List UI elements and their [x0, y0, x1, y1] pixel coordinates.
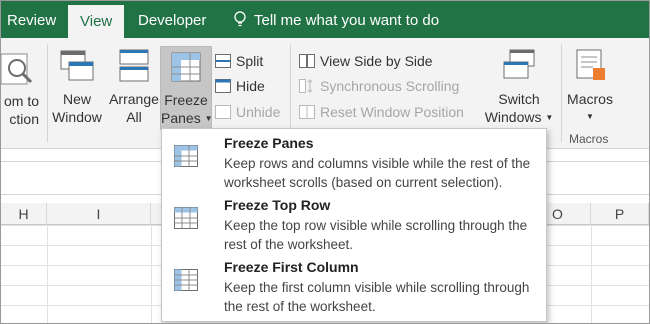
arrange-all-label-1: Arrange [109, 91, 159, 107]
menu-item-title: Freeze First Column [224, 259, 359, 275]
reset-window-icon [299, 105, 315, 119]
new-window-icon [60, 50, 94, 81]
macros-group-label: Macros [569, 132, 609, 146]
column-header-p[interactable]: P [591, 203, 649, 225]
hide-button[interactable]: Hide [215, 76, 265, 96]
lightbulb-icon [234, 11, 246, 27]
chevron-down-icon: ▼ [204, 114, 213, 123]
macros-button[interactable]: Macros ▼ [563, 48, 617, 126]
macros-icon [576, 49, 605, 80]
new-window-label-2: Window [52, 109, 102, 125]
side-by-side-icon [299, 54, 315, 68]
split-button[interactable]: Split [215, 51, 263, 71]
grid-line [47, 225, 48, 323]
zoom-magnifier-icon [1, 53, 33, 85]
arrange-all-icon [119, 49, 149, 82]
synchronous-scrolling-label: Synchronous Scrolling [320, 78, 460, 94]
freeze-panes-icon [174, 145, 198, 167]
unhide-label: Unhide [236, 104, 281, 120]
zoom-label-1: om to [3, 93, 39, 109]
switch-windows-label-2: Windows ▼ [484, 109, 554, 125]
menu-item-freeze-first-column[interactable]: Freeze First Column Keep the first colum… [162, 255, 546, 317]
menu-item-description: Keep rows and columns visible while the … [224, 156, 531, 190]
view-side-by-side-label: View Side by Side [320, 53, 433, 69]
synchronous-scrolling-button[interactable]: Synchronous Scrolling [299, 76, 459, 96]
arrange-all-label-2: All [126, 109, 142, 125]
reset-window-position-button[interactable]: Reset Window Position [299, 102, 464, 122]
arrange-all-button[interactable]: Arrange All [107, 48, 161, 126]
zoom-label-2: ction [9, 111, 39, 127]
tab-view[interactable]: View [68, 5, 125, 38]
column-header-i[interactable]: I [47, 203, 151, 225]
group-separator [561, 44, 562, 142]
grid-line [151, 225, 152, 323]
freeze-panes-button[interactable]: Freeze Panes ▼ [160, 46, 213, 130]
freeze-panes-icon [171, 52, 201, 82]
macros-label: Macros [567, 91, 613, 107]
grid-line [591, 225, 592, 323]
excel-window: Review View Developer Tell me what you w… [0, 0, 650, 324]
view-side-by-side-button[interactable]: View Side by Side [299, 51, 433, 71]
freeze-top-row-icon [174, 207, 198, 229]
switch-windows-icon [503, 49, 535, 79]
menu-item-title: Freeze Top Row [224, 197, 331, 213]
reset-window-position-label: Reset Window Position [320, 104, 464, 120]
tab-review[interactable]: Review [7, 1, 56, 38]
switch-windows-button[interactable]: Switch Windows ▼ [481, 48, 557, 127]
freeze-panes-menu: Freeze Panes Keep rows and columns visib… [161, 128, 547, 322]
unhide-button[interactable]: Unhide [215, 102, 280, 122]
new-window-button[interactable]: New Window [51, 48, 103, 126]
tell-me-text: Tell me what you want to do [254, 12, 440, 29]
zoom-to-selection-button[interactable]: om to ction [1, 52, 39, 128]
column-header-h[interactable]: H [1, 203, 47, 225]
unhide-icon [215, 105, 231, 119]
group-separator [47, 44, 48, 142]
tab-developer[interactable]: Developer [138, 1, 206, 38]
ribbon-tab-bar: Review View Developer Tell me what you w… [1, 1, 649, 38]
freeze-label-2: Panes ▼ [161, 110, 213, 126]
chevron-down-icon: ▼ [545, 113, 554, 122]
menu-item-description: Keep the top row visible while scrolling… [224, 218, 528, 252]
menu-item-freeze-panes[interactable]: Freeze Panes Keep rows and columns visib… [162, 131, 546, 193]
menu-item-description: Keep the first column visible while scro… [224, 280, 530, 314]
menu-item-freeze-top-row[interactable]: Freeze Top Row Keep the top row visible … [162, 193, 546, 255]
hide-label: Hide [236, 78, 265, 94]
split-icon [215, 54, 231, 68]
freeze-first-column-icon [174, 269, 198, 291]
chevron-down-icon: ▼ [586, 112, 594, 121]
tell-me-box[interactable]: Tell me what you want to do [233, 1, 439, 38]
new-window-label-1: New [62, 91, 91, 107]
menu-item-title: Freeze Panes [224, 135, 314, 151]
split-label: Split [236, 53, 264, 69]
freeze-label-1: Freeze [164, 92, 208, 108]
hide-icon [215, 79, 231, 93]
sync-scroll-icon [299, 79, 313, 93]
switch-windows-label-1: Switch [498, 91, 540, 107]
